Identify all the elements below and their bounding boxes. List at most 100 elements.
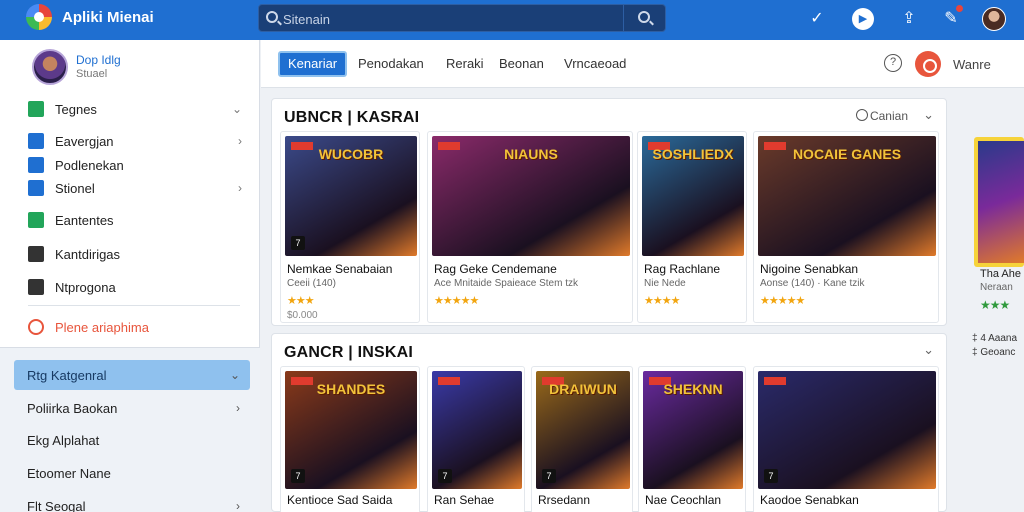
chevron-right-icon[interactable]: › <box>236 499 240 512</box>
search-icon <box>638 11 650 23</box>
tab-right-label[interactable]: Wanre <box>953 57 991 72</box>
game-card[interactable]: SOSHLIEDX Rag Rachlane Nie Nede ★★★★ <box>637 131 747 323</box>
category-item[interactable]: Flt Seogal › <box>14 491 250 512</box>
sidebar-item-label: Ntprogona <box>55 279 116 295</box>
peek-card-name: Tha Ahe <box>980 268 1021 280</box>
chevron-right-icon[interactable]: › <box>238 181 242 195</box>
category-label: Poliirka Baokan <box>27 400 118 416</box>
chevron-down-icon[interactable]: ⌄ <box>230 368 240 382</box>
sidebar-item[interactable]: Stionel › <box>28 176 246 200</box>
sort-label[interactable]: Canian <box>870 109 908 123</box>
chevron-down-icon[interactable]: ⌄ <box>923 107 934 123</box>
game-thumbnail: NOCAIE GANES <box>758 136 936 256</box>
game-meta-extra: (140) · Kane tzik <box>791 278 865 289</box>
game-card[interactable]: NIAUNS Rag Geke Cendemane Ace Mnitaide Spa… <box>427 131 633 323</box>
sidebar-item[interactable]: Podlenekan <box>28 153 246 177</box>
game-rating: ★★★★ <box>644 295 680 307</box>
notification-dot <box>956 5 963 12</box>
section-popular: GANCR | INSKAI ⌄ SHANDES 7 Kentioce Sad Sa… <box>271 333 947 512</box>
sidebar-highlight-item[interactable]: Plene ariaphima <box>28 315 246 339</box>
game-name: Nemkae Senabaian <box>287 262 393 276</box>
chart-icon <box>28 133 44 149</box>
game-card[interactable]: SHANDES 7 Kentioce Sad Saida <box>280 366 420 512</box>
sidebar-item[interactable]: Eavergjan › <box>28 129 246 153</box>
game-name: Nae Ceochlan <box>645 493 722 507</box>
tab[interactable]: Penodakan <box>358 51 424 77</box>
sidebar-item-label: Kantdirigas <box>55 246 121 262</box>
game-thumbnail: SOSHLIEDX <box>642 136 744 256</box>
list-icon <box>28 212 44 228</box>
category-item[interactable]: Rtg Katgenral ⌄ <box>14 360 250 390</box>
game-rating: ★★★ <box>287 295 315 307</box>
game-art-title: SHEKNN <box>663 381 723 397</box>
tabs-bar: Kenariar Penodakan Reraki Beonan Vrncaeoad ?… <box>261 40 1024 88</box>
sidebar-item[interactable]: Eantentes <box>28 208 246 232</box>
game-meta: Ace Mnitaide Spaieace Stem tzk <box>434 278 578 289</box>
sidebar-divider <box>28 305 240 306</box>
profile-avatar[interactable] <box>32 49 68 85</box>
sidebar-item-label: Podlenekan <box>55 157 124 173</box>
category-label: Etoomer Nane <box>27 465 111 481</box>
game-thumbnail: 7 <box>758 371 936 489</box>
play-icon[interactable]: ▶ <box>852 8 874 30</box>
sidebar-item[interactable]: Ntprogona <box>28 275 246 299</box>
tab[interactable]: Reraki <box>446 51 484 77</box>
search-button[interactable] <box>623 5 665 31</box>
game-meta: Nie Nede <box>644 278 686 289</box>
tag-icon <box>28 319 44 335</box>
age-badge: 7 <box>542 469 556 483</box>
user-avatar-top[interactable] <box>982 7 1006 31</box>
game-card[interactable]: SHEKNN Nae Ceochlan <box>638 366 746 512</box>
hot-badge <box>438 377 460 385</box>
sidebar-item-label: Tegnes <box>55 101 97 117</box>
game-thumbnail: NIAUNS <box>432 136 630 256</box>
search-icon[interactable] <box>856 109 868 121</box>
game-card[interactable]: 7 Kaodoe Senabkan <box>753 366 939 512</box>
plus-box-icon <box>28 246 44 262</box>
game-card[interactable]: 7 Ran Sehae <box>427 366 525 512</box>
sidebar-item[interactable]: Tegnes ⌄ <box>28 97 246 121</box>
controller-icon[interactable]: ✓ <box>806 8 828 30</box>
game-card[interactable]: DRAIWUN 7 Rrsedann <box>531 366 633 512</box>
section-title: UBNCR | KASRAI <box>284 109 420 126</box>
chevron-down-icon[interactable]: ⌄ <box>232 102 242 116</box>
search-icon <box>266 11 278 23</box>
game-card[interactable]: NOCAIE GANES Nigoine Senabkan Aonse (140) … <box>753 131 939 323</box>
category-item[interactable]: Etoomer Nane <box>14 458 250 488</box>
search-input[interactable] <box>283 9 623 29</box>
game-thumbnail: SHEKNN <box>643 371 743 489</box>
chevron-right-icon[interactable]: › <box>238 134 242 148</box>
sidebar-item[interactable]: Kantdirigas <box>28 242 246 266</box>
chevron-right-icon[interactable]: › <box>236 401 240 415</box>
record-button[interactable] <box>915 51 941 77</box>
category-item[interactable]: Ekg Alplahat <box>14 425 250 455</box>
game-name: Rag Geke Cendemane <box>434 262 557 276</box>
tab[interactable]: Kenariar <box>278 51 348 77</box>
game-art-title: WUCOBR <box>318 146 384 162</box>
upload-icon[interactable]: ⇪ <box>898 8 920 30</box>
peek-card-footer: ‡ 4 Aaana ‡ Geoanc <box>972 332 1017 360</box>
game-meta-text: Ceeii <box>287 278 310 289</box>
category-item[interactable]: Poliirka Baokan › <box>14 393 250 423</box>
game-name: Rag Rachlane <box>644 262 721 276</box>
cloud-icon <box>28 157 44 173</box>
peek-card[interactable] <box>974 137 1024 267</box>
game-name: Kaodoe Senabkan <box>760 493 859 507</box>
app-logo[interactable] <box>26 4 52 30</box>
game-art-title: SOSHLIEDX <box>652 146 734 162</box>
game-meta-text: Aonse <box>760 278 789 289</box>
game-name: Kentioce Sad Saida <box>287 493 393 507</box>
profile-name[interactable]: Dop Idlg <box>76 53 121 67</box>
tab[interactable]: Beonan <box>499 51 544 77</box>
tab[interactable]: Vrncaeoad <box>564 51 626 77</box>
game-card[interactable]: WUCOBR 7 Nemkae Senabaian Ceeii (140) ★★★ $0.… <box>280 131 420 323</box>
game-art-title: DRAIWUN <box>549 381 617 397</box>
sidebar-highlight-label: Plene ariaphima <box>55 319 149 335</box>
peek-foot-line: ‡ 4 Aaana <box>972 333 1018 344</box>
game-meta-extra: (140) <box>312 278 336 289</box>
game-thumbnail: DRAIWUN 7 <box>536 371 630 489</box>
chevron-down-icon[interactable]: ⌄ <box>923 342 934 358</box>
help-icon[interactable]: ? <box>884 54 902 72</box>
grid-icon <box>28 180 44 196</box>
search-bar[interactable] <box>258 4 666 32</box>
